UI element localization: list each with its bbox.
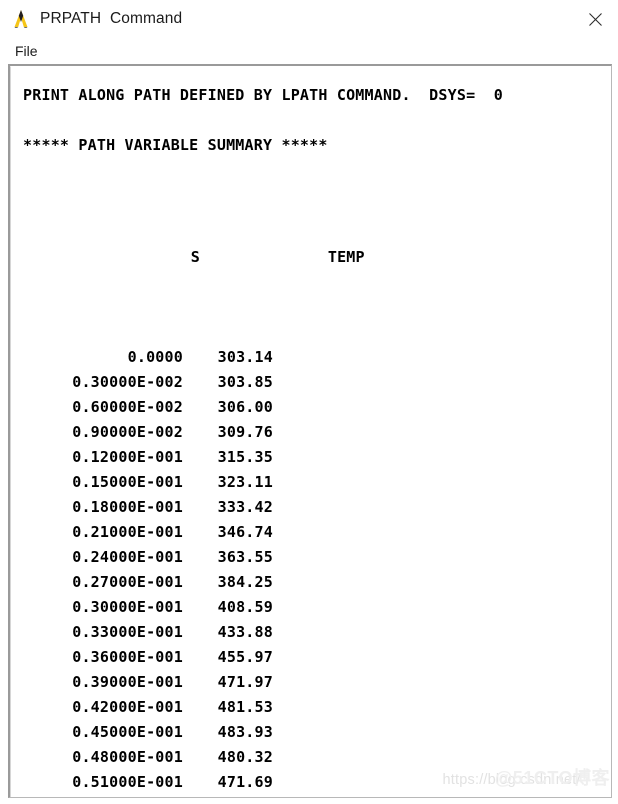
cell-s: 0.36000E-001 bbox=[72, 648, 183, 666]
column-header-temp: TEMP bbox=[327, 248, 365, 266]
table-header-row: S TEMP bbox=[23, 220, 611, 295]
output-text-frame: PRINT ALONG PATH DEFINED BY LPATH COMMAN… bbox=[8, 64, 612, 798]
cell-temp: 483.93 bbox=[217, 723, 273, 741]
table-row: 0.48000E-001 480.32 bbox=[23, 745, 611, 770]
table-row: 0.30000E-001 408.59 bbox=[23, 595, 611, 620]
cell-s: 0.0000 bbox=[127, 348, 183, 366]
close-button[interactable] bbox=[572, 0, 618, 38]
table-row: 0.42000E-001 481.53 bbox=[23, 695, 611, 720]
cell-temp: 408.59 bbox=[217, 598, 273, 616]
cell-temp: 460.47 bbox=[183, 795, 273, 797]
cell-temp: 471.69 bbox=[217, 773, 273, 791]
table-row: 0.54000E-001460.47 bbox=[23, 795, 611, 797]
table-row: 0.39000E-001 471.97 bbox=[23, 670, 611, 695]
cell-temp: 333.42 bbox=[217, 498, 273, 516]
cell-temp: 471.97 bbox=[217, 673, 273, 691]
table-row: 0.15000E-001 323.11 bbox=[23, 470, 611, 495]
table-row: 0.0000 303.14 bbox=[23, 345, 611, 370]
table-row: 0.18000E-001 333.42 bbox=[23, 495, 611, 520]
close-icon bbox=[588, 12, 602, 26]
cell-temp: 480.32 bbox=[217, 748, 273, 766]
table-row: 0.33000E-001 433.88 bbox=[23, 620, 611, 645]
ansys-logo-icon bbox=[10, 8, 32, 30]
cell-temp: 346.74 bbox=[217, 523, 273, 541]
cell-temp: 309.76 bbox=[217, 423, 273, 441]
path-variable-summary-line: ***** PATH VARIABLE SUMMARY ***** bbox=[23, 136, 328, 154]
cell-s: 0.48000E-001 bbox=[72, 748, 183, 766]
cell-s: 0.51000E-001 bbox=[72, 773, 183, 791]
path-variable-table: S TEMP 0.0000 303.14 0.30000E-002 303.85 0.60… bbox=[11, 170, 611, 797]
title-bar: PRPATH Command bbox=[0, 0, 618, 38]
cell-s: 0.18000E-001 bbox=[72, 498, 183, 516]
cell-s: 0.39000E-001 bbox=[72, 673, 183, 691]
cell-s: 0.33000E-001 bbox=[72, 623, 183, 641]
cell-s: 0.60000E-002 bbox=[72, 398, 183, 416]
cell-temp: 303.85 bbox=[217, 373, 273, 391]
cell-temp: 481.53 bbox=[217, 698, 273, 716]
cell-temp: 323.11 bbox=[217, 473, 273, 491]
cell-s: 0.15000E-001 bbox=[72, 473, 183, 491]
cell-s: 0.54000E-001 bbox=[23, 795, 183, 797]
cell-s: 0.45000E-001 bbox=[72, 723, 183, 741]
print-header-line: PRINT ALONG PATH DEFINED BY LPATH COMMAN… bbox=[23, 86, 503, 104]
cell-s: 0.12000E-001 bbox=[72, 448, 183, 466]
table-row: 0.51000E-001 471.69 bbox=[23, 770, 611, 795]
table-row: 0.36000E-001 455.97 bbox=[23, 645, 611, 670]
table-row: 0.60000E-002 306.00 bbox=[23, 395, 611, 420]
table-row: 0.12000E-001 315.35 bbox=[23, 445, 611, 470]
table-row: 0.90000E-002 309.76 bbox=[23, 420, 611, 445]
table-row: 0.30000E-002 303.85 bbox=[23, 370, 611, 395]
output-text-area[interactable]: PRINT ALONG PATH DEFINED BY LPATH COMMAN… bbox=[10, 66, 611, 797]
cell-s: 0.27000E-001 bbox=[72, 573, 183, 591]
table-row: 0.21000E-001 346.74 bbox=[23, 520, 611, 545]
cell-temp: 433.88 bbox=[217, 623, 273, 641]
table-row: 0.27000E-001 384.25 bbox=[23, 570, 611, 595]
table-body: 0.0000 303.14 0.30000E-002 303.85 0.60000E-0… bbox=[23, 345, 611, 797]
cell-temp: 455.97 bbox=[217, 648, 273, 666]
window-title: PRPATH Command bbox=[40, 10, 183, 28]
column-header-s: S bbox=[190, 248, 200, 266]
cell-temp: 315.35 bbox=[217, 448, 273, 466]
cell-s: 0.24000E-001 bbox=[72, 548, 183, 566]
cell-s: 0.90000E-002 bbox=[72, 423, 183, 441]
prpath-command-window: PRPATH Command File PRINT ALONG PATH DEF… bbox=[0, 0, 618, 804]
cell-temp: 306.00 bbox=[217, 398, 273, 416]
table-row: 0.24000E-001 363.55 bbox=[23, 545, 611, 570]
menu-bar: File bbox=[0, 38, 618, 64]
cell-s: 0.42000E-001 bbox=[72, 698, 183, 716]
table-row: 0.45000E-001 483.93 bbox=[23, 720, 611, 745]
cell-temp: 303.14 bbox=[217, 348, 273, 366]
cell-s: 0.30000E-002 bbox=[72, 373, 183, 391]
cell-temp: 384.25 bbox=[217, 573, 273, 591]
menu-item-file[interactable]: File bbox=[11, 42, 42, 60]
cell-s: 0.30000E-001 bbox=[72, 598, 183, 616]
cell-temp: 363.55 bbox=[217, 548, 273, 566]
cell-s: 0.21000E-001 bbox=[72, 523, 183, 541]
